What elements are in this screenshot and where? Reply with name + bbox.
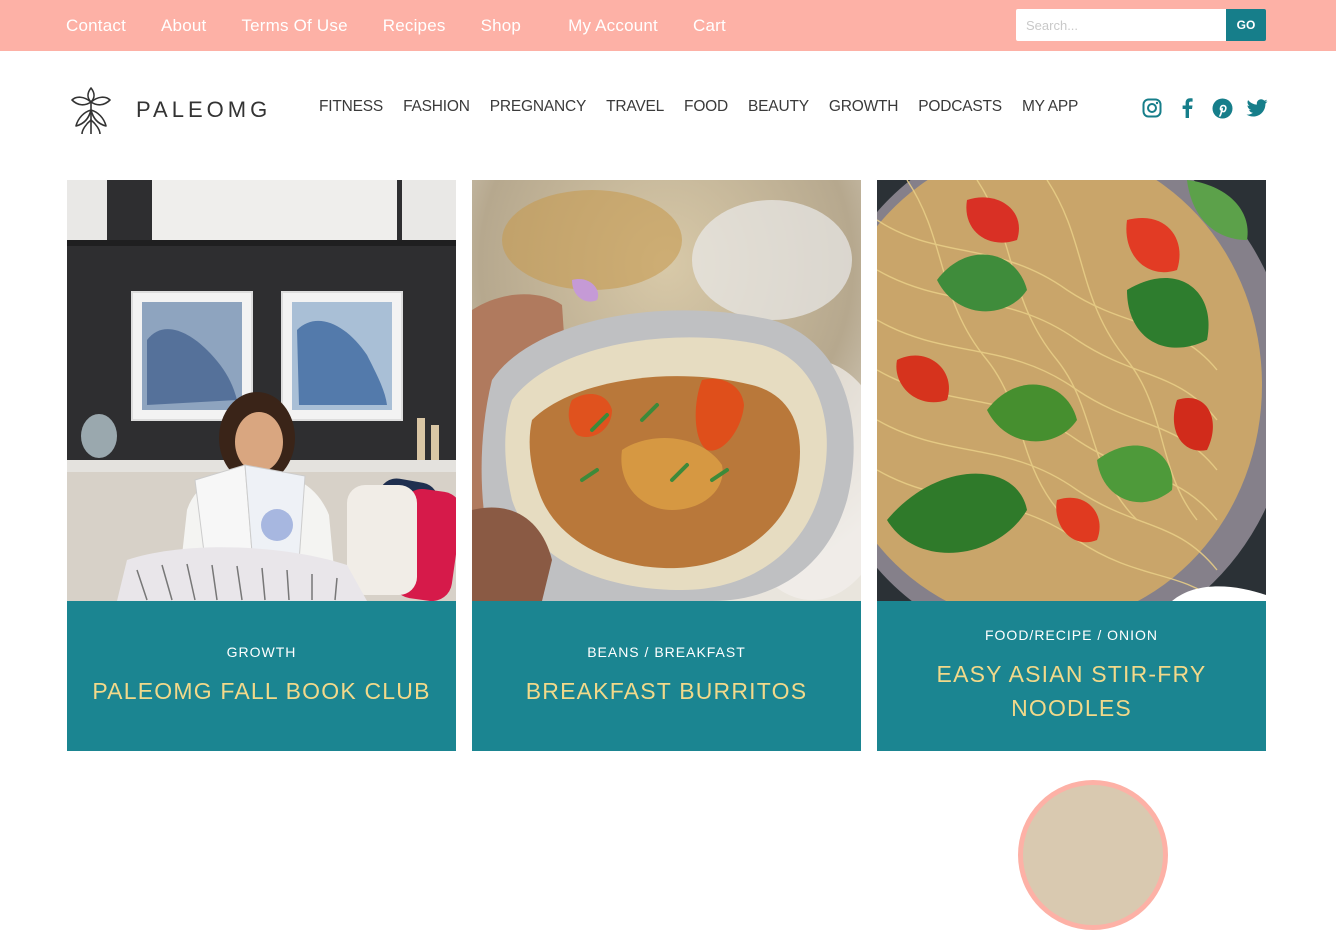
search-form: GO — [1016, 9, 1266, 41]
post-title: BREAKFAST BURRITOS — [525, 678, 808, 704]
main-nav: FITNESS FASHION PREGNANCY TRAVEL FOOD BE… — [319, 98, 1098, 116]
pinterest-icon[interactable] — [1211, 97, 1233, 119]
search-go-button[interactable]: GO — [1226, 9, 1266, 41]
post-card-book-club[interactable]: GROWTH PALEOMG FALL BOOK CLUB — [67, 180, 456, 751]
top-link-shop[interactable]: Shop — [481, 16, 522, 36]
top-bar: Contact About Terms Of Use Recipes Shop … — [0, 0, 1336, 51]
twitter-icon[interactable] — [1246, 97, 1268, 119]
post-title: PALEOMG FALL BOOK CLUB — [92, 678, 431, 704]
top-link-my-account[interactable]: My Account — [568, 16, 658, 36]
post-caption: FOOD/RECIPE / ONION EASY ASIAN STIR-FRY … — [877, 601, 1266, 751]
top-link-recipes[interactable]: Recipes — [383, 16, 446, 36]
nav-podcasts[interactable]: PODCASTS — [918, 98, 1002, 116]
nav-food[interactable]: FOOD — [684, 98, 728, 116]
top-link-terms[interactable]: Terms Of Use — [241, 16, 347, 36]
post-image-stir-fry-noodles — [877, 180, 1266, 601]
post-image-breakfast-burritos — [472, 180, 861, 601]
circular-thumbnail[interactable] — [1018, 780, 1168, 930]
top-link-contact[interactable]: Contact — [66, 16, 126, 36]
instagram-icon[interactable] — [1141, 97, 1163, 119]
post-title: EASY ASIAN STIR-FRY NOODLES — [936, 661, 1207, 721]
nav-beauty[interactable]: BEAUTY — [748, 98, 809, 116]
post-image-book-club — [67, 180, 456, 601]
nav-fitness[interactable]: FITNESS — [319, 98, 383, 116]
nav-pregnancy[interactable]: PREGNANCY — [490, 98, 587, 116]
top-link-about[interactable]: About — [161, 16, 206, 36]
nav-my-app[interactable]: MY APP — [1022, 98, 1078, 116]
post-category: FOOD/RECIPE / ONION — [984, 627, 1158, 643]
facebook-icon[interactable] — [1176, 97, 1198, 119]
search-input[interactable] — [1016, 9, 1226, 41]
post-card-stir-fry-noodles[interactable]: FOOD/RECIPE / ONION EASY ASIAN STIR-FRY … — [877, 180, 1266, 751]
top-link-cart[interactable]: Cart — [693, 16, 726, 36]
nav-growth[interactable]: GROWTH — [829, 98, 899, 116]
logo-text: PALEOMG — [136, 97, 272, 122]
post-category: BEANS / BREAKFAST — [587, 644, 746, 660]
post-category: GROWTH — [226, 644, 297, 660]
post-card-breakfast-burritos[interactable]: BEANS / BREAKFAST BREAKFAST BURRITOS — [472, 180, 861, 751]
post-caption: BEANS / BREAKFAST BREAKFAST BURRITOS — [472, 601, 861, 751]
post-caption: GROWTH PALEOMG FALL BOOK CLUB — [67, 601, 456, 751]
site-logo[interactable]: PALEOMG — [66, 84, 271, 136]
top-nav: Contact About Terms Of Use Recipes Shop … — [66, 0, 761, 51]
social-links — [1141, 97, 1281, 119]
nav-travel[interactable]: TRAVEL — [606, 98, 664, 116]
logo-leaf-icon — [71, 87, 111, 135]
nav-fashion[interactable]: FASHION — [403, 98, 470, 116]
